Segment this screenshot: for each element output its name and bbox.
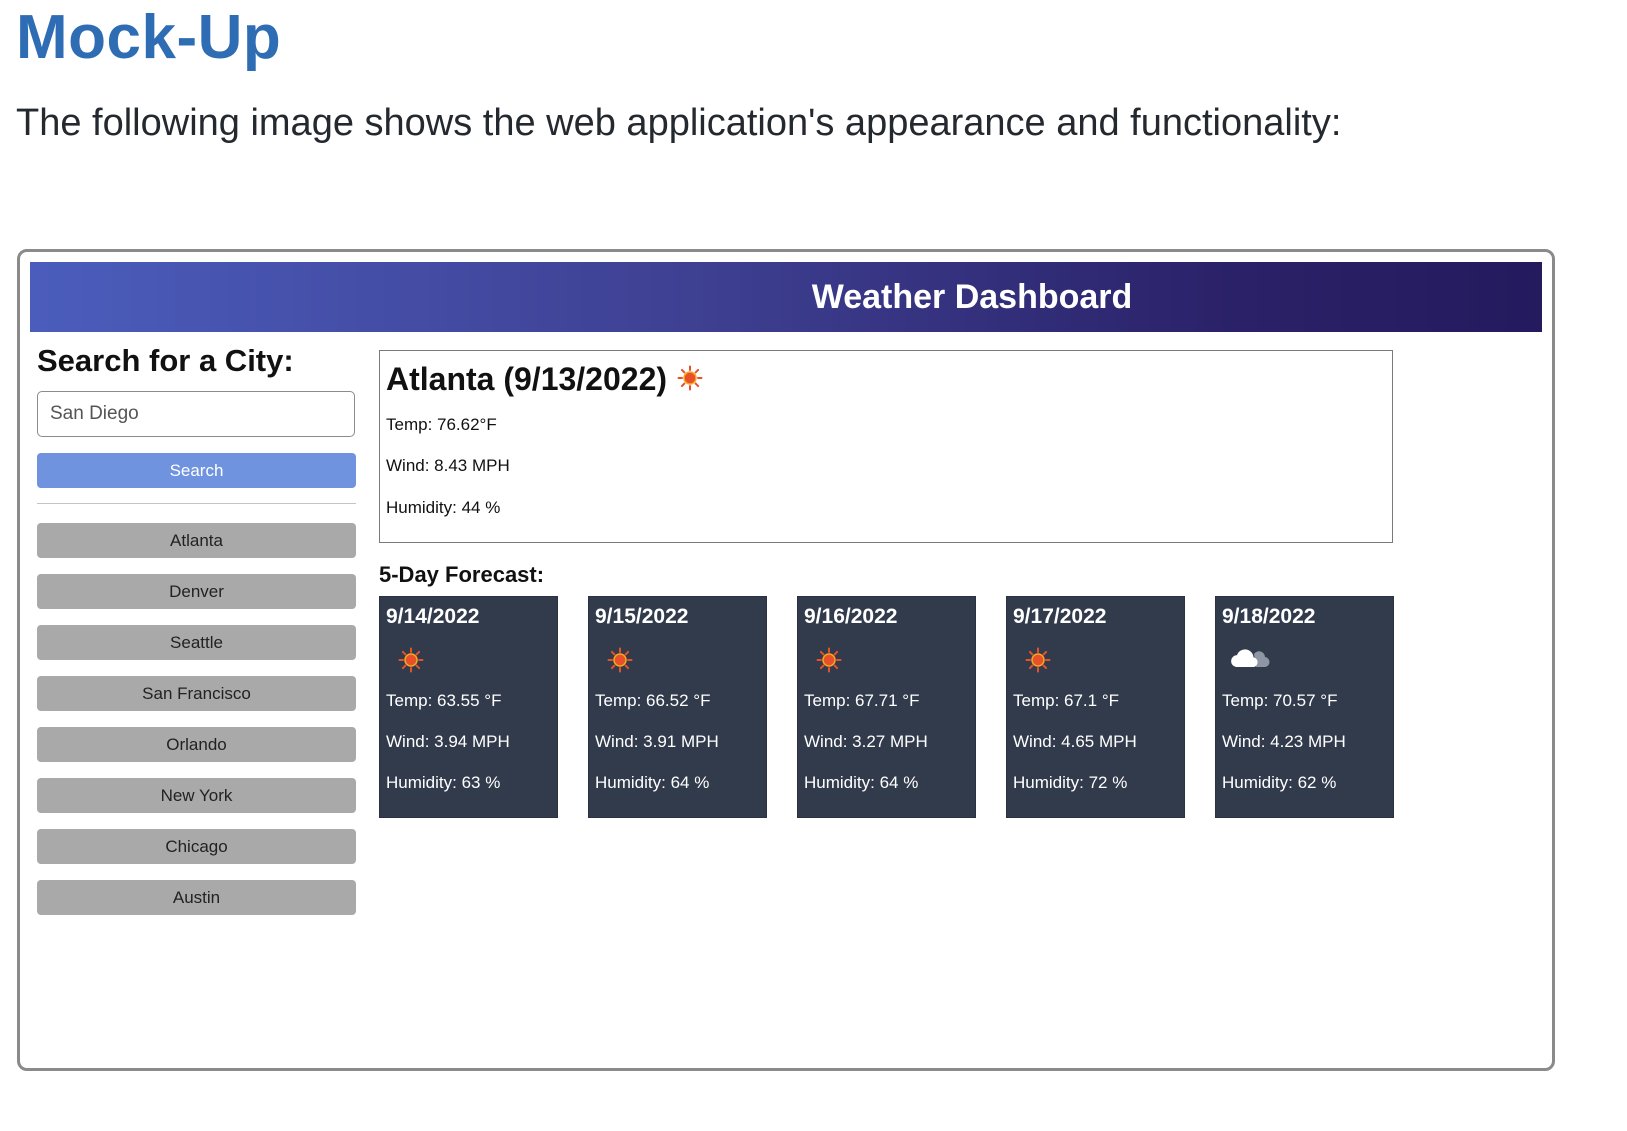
forecast-humidity: Humidity: 62 % [1222, 773, 1337, 792]
forecast-card: 9/18/2022 Temp: 70.57 °F Wind: 4.23 MPH … [1215, 596, 1394, 818]
search-history-list: Atlanta Denver Seattle San Francisco Orl… [37, 523, 356, 931]
history-button-chicago[interactable]: Chicago [37, 829, 356, 864]
forecast-temp: Temp: 63.55 °F [386, 691, 502, 710]
sun-icon [816, 647, 842, 678]
forecast-wind: Wind: 3.91 MPH [595, 732, 719, 751]
forecast-card: 9/14/2022 Temp: 63.55 °F Wind: 3.94 MPH … [379, 596, 558, 818]
cloud-icon [1228, 645, 1270, 678]
forecast-card: 9/17/2022 Temp: 67.1 °F Wind: 4.65 MPH H… [1006, 596, 1185, 818]
forecast-humidity: Humidity: 72 % [1013, 773, 1128, 792]
mockup-frame: Weather Dashboard Search for a City: Sea… [17, 249, 1555, 1071]
forecast-wind: Wind: 4.23 MPH [1222, 732, 1346, 751]
forecast-humidity: Humidity: 64 % [595, 773, 710, 792]
page-intro: The following image shows the web applic… [16, 102, 1342, 144]
sun-icon [398, 647, 424, 678]
app-title: Weather Dashboard [811, 278, 1133, 316]
search-input[interactable] [37, 391, 355, 437]
history-button-orlando[interactable]: Orlando [37, 727, 356, 762]
forecast-humidity: Humidity: 63 % [386, 773, 501, 792]
current-city-date: Atlanta (9/13/2022) [386, 361, 668, 397]
app-header: Weather Dashboard [30, 262, 1542, 332]
current-weather-card: Atlanta (9/13/2022) Temp: 76.62°F Wind: … [379, 350, 1393, 543]
history-button-new-york[interactable]: New York [37, 778, 356, 813]
forecast-card: 9/15/2022 Temp: 66.52 °F Wind: 3.91 MPH … [588, 596, 767, 818]
forecast-wind: Wind: 4.65 MPH [1013, 732, 1137, 751]
forecast-temp: Temp: 67.71 °F [804, 691, 920, 710]
forecast-temp: Temp: 70.57 °F [1222, 691, 1338, 710]
divider [37, 503, 356, 504]
sun-icon [677, 360, 703, 400]
forecast-date: 9/17/2022 [1013, 605, 1107, 628]
forecast-title: 5-Day Forecast: [379, 562, 545, 587]
search-button[interactable]: Search [37, 453, 356, 488]
sun-icon [607, 647, 633, 678]
history-button-denver[interactable]: Denver [37, 574, 356, 609]
current-temp: Temp: 76.62°F [386, 415, 497, 434]
current-wind: Wind: 8.43 MPH [386, 456, 510, 475]
history-button-atlanta[interactable]: Atlanta [37, 523, 356, 558]
forecast-wind: Wind: 3.94 MPH [386, 732, 510, 751]
forecast-card: 9/16/2022 Temp: 67.71 °F Wind: 3.27 MPH … [797, 596, 976, 818]
page-heading: Mock-Up [16, 3, 282, 72]
sun-icon [1025, 647, 1051, 678]
current-humidity: Humidity: 44 % [386, 498, 501, 517]
forecast-temp: Temp: 67.1 °F [1013, 691, 1120, 710]
forecast-humidity: Humidity: 64 % [804, 773, 919, 792]
search-title: Search for a City: [37, 343, 294, 378]
forecast-wind: Wind: 3.27 MPH [804, 732, 928, 751]
forecast-date: 9/16/2022 [804, 605, 898, 628]
forecast-temp: Temp: 66.52 °F [595, 691, 711, 710]
forecast-date: 9/15/2022 [595, 605, 689, 628]
history-button-san-francisco[interactable]: San Francisco [37, 676, 356, 711]
history-button-austin[interactable]: Austin [37, 880, 356, 915]
current-weather-title: Atlanta (9/13/2022) [386, 359, 703, 402]
forecast-date: 9/14/2022 [386, 605, 480, 628]
forecast-date: 9/18/2022 [1222, 605, 1316, 628]
history-button-seattle[interactable]: Seattle [37, 625, 356, 660]
